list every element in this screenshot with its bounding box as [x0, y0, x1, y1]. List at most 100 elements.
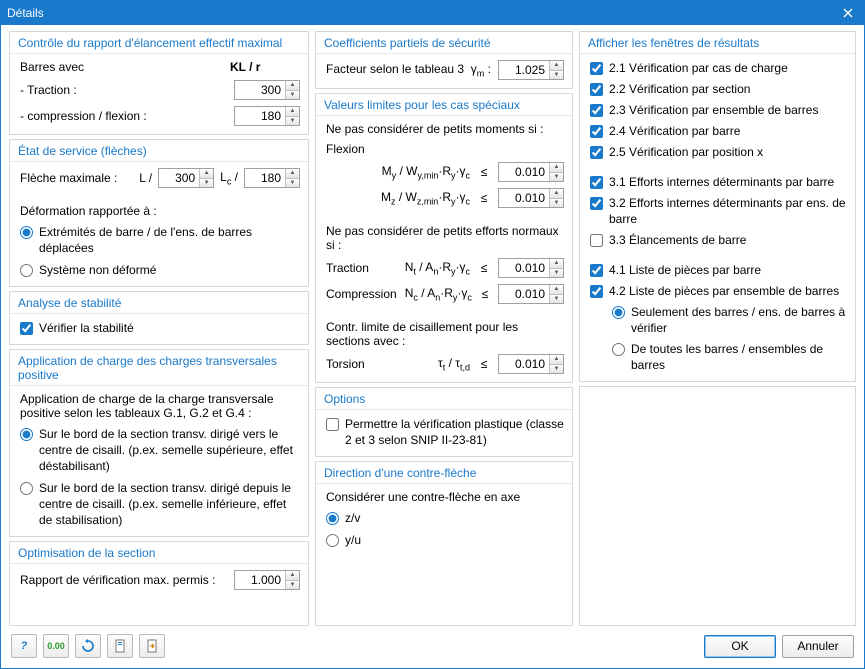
check-31[interactable]: 3.1 Efforts internes déterminants par ba… — [590, 174, 847, 190]
check-label: 4.1 Liste de pièces par barre — [609, 262, 761, 278]
check-33[interactable]: 3.3 Élancements de barre — [590, 232, 847, 248]
document-arrow-icon — [145, 639, 159, 653]
spin-down-icon[interactable]: ▼ — [286, 117, 299, 126]
spin-down-icon[interactable]: ▼ — [200, 179, 213, 188]
check-22[interactable]: 2.2 Vérification par section — [590, 81, 847, 97]
ok-button[interactable]: OK — [704, 635, 776, 658]
gamma-input[interactable] — [499, 61, 549, 79]
radio-input[interactable] — [20, 428, 33, 441]
reset-button[interactable] — [75, 634, 101, 658]
spin-up-icon[interactable]: ▲ — [550, 61, 563, 71]
label-compflex: - compression / flexion : — [20, 109, 228, 123]
Lc-spinner[interactable]: ▲▼ — [244, 168, 300, 188]
tau-spinner[interactable]: ▲▼ — [498, 354, 564, 374]
compflex-input[interactable] — [235, 107, 285, 125]
radio-input[interactable] — [612, 306, 625, 319]
spin-down-icon[interactable]: ▼ — [286, 179, 299, 188]
my-input[interactable] — [499, 163, 549, 181]
mz-input[interactable] — [499, 189, 549, 207]
compflex-spinner[interactable]: ▲▼ — [234, 106, 300, 126]
spin-up-icon[interactable]: ▲ — [286, 169, 299, 179]
spin-up-icon[interactable]: ▲ — [550, 259, 563, 269]
radio-input[interactable] — [20, 482, 33, 495]
leq-icon: ≤ — [478, 357, 490, 371]
spin-up-icon[interactable]: ▲ — [200, 169, 213, 179]
spin-up-icon[interactable]: ▲ — [550, 189, 563, 199]
radio-camber-zv[interactable]: z/v — [326, 510, 564, 526]
ratio-input[interactable] — [235, 571, 285, 589]
checkbox-input[interactable] — [590, 234, 603, 247]
check-42[interactable]: 4.2 Liste de pièces par ensemble de barr… — [590, 283, 847, 299]
check-21[interactable]: 2.1 Vérification par cas de charge — [590, 60, 847, 76]
L-spinner[interactable]: ▲▼ — [158, 168, 214, 188]
Lc-input[interactable] — [245, 169, 285, 187]
radio-all-members[interactable]: De toutes les barres / ensembles de barr… — [612, 341, 847, 373]
spin-up-icon[interactable]: ▲ — [550, 285, 563, 295]
tool-4-button[interactable] — [107, 634, 133, 658]
spin-down-icon[interactable]: ▼ — [550, 173, 563, 182]
nc-spinner[interactable]: ▲▼ — [498, 284, 564, 304]
radio-input[interactable] — [20, 264, 33, 277]
spin-down-icon[interactable]: ▼ — [550, 295, 563, 304]
radio-input[interactable] — [326, 512, 339, 525]
traction-spinner[interactable]: ▲▼ — [234, 80, 300, 100]
traction-input[interactable] — [235, 81, 285, 99]
label-fleche: Flèche maximale : — [20, 171, 117, 185]
my-spinner[interactable]: ▲▼ — [498, 162, 564, 182]
check-24[interactable]: 2.4 Vérification par barre — [590, 123, 847, 139]
checkbox-input[interactable] — [590, 62, 603, 75]
group-header: Coefficients partiels de sécurité — [316, 32, 572, 54]
check-25[interactable]: 2.5 Vérification par position x — [590, 144, 847, 160]
spin-up-icon[interactable]: ▲ — [550, 163, 563, 173]
close-button[interactable] — [838, 3, 858, 23]
checkbox-input[interactable] — [590, 104, 603, 117]
cancel-button[interactable]: Annuler — [782, 635, 854, 658]
checkbox-input[interactable] — [326, 418, 339, 431]
radio-deform-2[interactable]: Système non déformé — [20, 262, 300, 278]
nt-input[interactable] — [499, 259, 549, 277]
spin-down-icon[interactable]: ▼ — [550, 71, 563, 80]
help-button[interactable]: ? — [11, 634, 37, 658]
checkbox-input[interactable] — [590, 146, 603, 159]
check-32[interactable]: 3.2 Efforts internes déterminants par en… — [590, 195, 847, 227]
radio-input[interactable] — [326, 534, 339, 547]
check-41[interactable]: 4.1 Liste de pièces par barre — [590, 262, 847, 278]
units-button[interactable]: 0.00 — [43, 634, 69, 658]
check-label: 2.2 Vérification par section — [609, 81, 750, 97]
spin-up-icon[interactable]: ▲ — [286, 107, 299, 117]
radio-deform-1[interactable]: Extrémités de barre / de l'ens. de barre… — [20, 224, 300, 256]
ratio-spinner[interactable]: ▲▼ — [234, 570, 300, 590]
spin-up-icon[interactable]: ▲ — [286, 571, 299, 581]
checkbox-input[interactable] — [590, 264, 603, 277]
checkbox-input[interactable] — [590, 125, 603, 138]
spin-down-icon[interactable]: ▼ — [550, 199, 563, 208]
radio-only-verify[interactable]: Seulement des barres / ens. de barres à … — [612, 304, 847, 336]
checkbox-input[interactable] — [590, 83, 603, 96]
radio-input[interactable] — [612, 343, 625, 356]
spin-up-icon[interactable]: ▲ — [550, 355, 563, 365]
check-stability[interactable]: Vérifier la stabilité — [20, 320, 300, 336]
mz-spinner[interactable]: ▲▼ — [498, 188, 564, 208]
checkbox-input[interactable] — [590, 197, 603, 210]
radio-load-2[interactable]: Sur le bord de la section transv. dirigé… — [20, 480, 300, 528]
gamma-spinner[interactable]: ▲▼ — [498, 60, 564, 80]
check-23[interactable]: 2.3 Vérification par ensemble de barres — [590, 102, 847, 118]
tau-input[interactable] — [499, 355, 549, 373]
group-camber: Direction d'une contre-flèche Considérer… — [315, 461, 573, 626]
radio-camber-yu[interactable]: y/u — [326, 532, 564, 548]
nc-input[interactable] — [499, 285, 549, 303]
spin-up-icon[interactable]: ▲ — [286, 81, 299, 91]
radio-input[interactable] — [20, 226, 33, 239]
radio-load-1[interactable]: Sur le bord de la section transv. dirigé… — [20, 426, 300, 474]
checkbox-input[interactable] — [590, 285, 603, 298]
checkbox-input[interactable] — [20, 322, 33, 335]
spin-down-icon[interactable]: ▼ — [550, 365, 563, 374]
spin-down-icon[interactable]: ▼ — [286, 91, 299, 100]
spin-down-icon[interactable]: ▼ — [550, 269, 563, 278]
tool-5-button[interactable] — [139, 634, 165, 658]
checkbox-input[interactable] — [590, 176, 603, 189]
nt-spinner[interactable]: ▲▼ — [498, 258, 564, 278]
spin-down-icon[interactable]: ▼ — [286, 581, 299, 590]
L-input[interactable] — [159, 169, 199, 187]
check-plastic[interactable]: Permettre la vérification plastique (cla… — [326, 416, 564, 448]
